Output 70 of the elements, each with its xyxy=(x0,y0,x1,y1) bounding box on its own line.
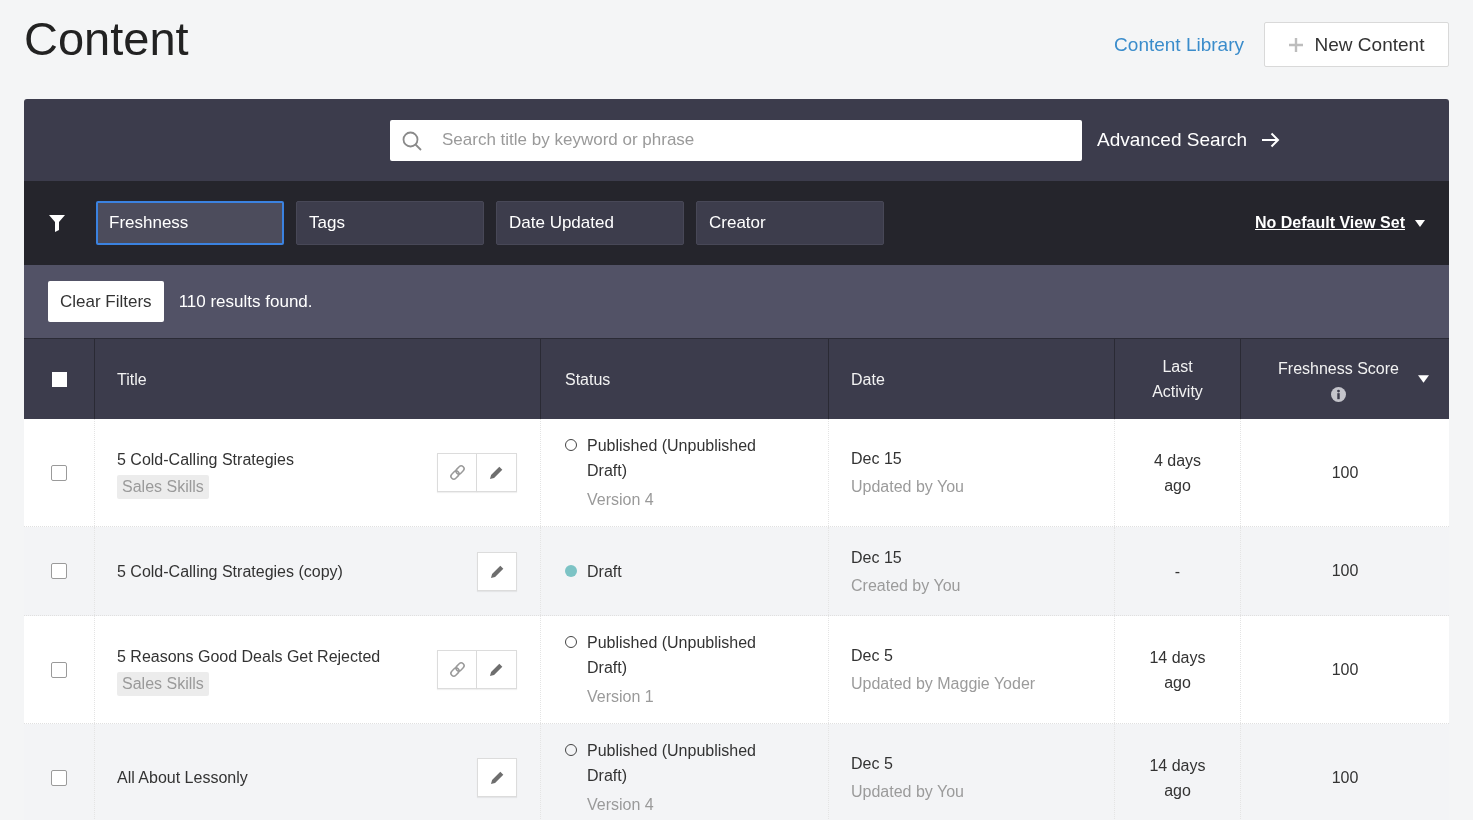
default-view-dropdown[interactable]: No Default View Set xyxy=(1255,214,1425,232)
status-text: Draft xyxy=(587,561,622,582)
tag: Sales Skills xyxy=(117,671,209,696)
info-icon[interactable] xyxy=(1331,387,1346,402)
filter-dropdown[interactable]: Tags xyxy=(296,201,484,245)
freshness-score-text: 100 xyxy=(1331,463,1359,482)
tag: Sales Skills xyxy=(117,474,209,499)
version-text: Version 4 xyxy=(587,795,654,815)
column-header: Status xyxy=(565,369,611,390)
version-text: Version 1 xyxy=(587,687,654,707)
status-text: Published (Unpublished Draft) xyxy=(587,436,757,481)
sort-caret-icon[interactable] xyxy=(1418,375,1429,383)
row-checkbox[interactable] xyxy=(51,769,67,786)
column-header: Title xyxy=(117,369,147,390)
date-note: Updated by You xyxy=(851,782,964,802)
date-text: Dec 15 xyxy=(851,547,902,568)
edit-button[interactable] xyxy=(477,758,517,797)
status-text: Published (Unpublished Draft) xyxy=(587,741,757,786)
pencil-icon xyxy=(489,563,505,579)
date-note: Updated by You xyxy=(851,477,964,497)
date-note: Updated by Maggie Yoder xyxy=(851,674,1036,694)
pencil-icon xyxy=(489,770,505,785)
filter-dropdown[interactable]: Creator xyxy=(696,201,884,245)
content-title[interactable]: All About Lessonly xyxy=(117,765,248,790)
status-dot-icon xyxy=(565,564,577,577)
last-activity-text: 4 days ago xyxy=(1152,450,1203,496)
column-header: Last Activity xyxy=(1151,357,1204,402)
date-text: Dec 15 xyxy=(851,449,902,469)
arrow-right-icon xyxy=(1261,132,1280,148)
row-checkbox[interactable] xyxy=(51,563,67,579)
copy-link-button[interactable] xyxy=(437,453,477,492)
pencil-icon xyxy=(489,662,504,677)
pencil-icon xyxy=(489,465,504,480)
row-checkbox[interactable] xyxy=(51,661,67,678)
edit-button[interactable] xyxy=(477,551,517,591)
freshness-score-text: 100 xyxy=(1331,768,1359,787)
date-note: Created by You xyxy=(851,575,961,596)
results-count: 110 results found. xyxy=(178,291,313,312)
date-text: Dec 5 xyxy=(851,646,893,666)
filter-dropdown[interactable]: Date Updated xyxy=(496,201,684,245)
filter-dropdown[interactable]: Freshness xyxy=(96,201,284,245)
clear-filters-button[interactable]: Clear Filters xyxy=(48,281,164,322)
column-header: Freshness Score xyxy=(1278,359,1399,379)
row-checkbox[interactable] xyxy=(51,464,67,481)
freshness-score-text: 100 xyxy=(1331,562,1359,580)
last-activity-text: 14 days ago xyxy=(1148,647,1207,693)
last-activity-text: 14 days ago xyxy=(1148,755,1207,801)
copy-link-button[interactable] xyxy=(437,650,477,689)
plus-icon xyxy=(1288,37,1303,52)
content-title[interactable]: 5 Reasons Good Deals Get Rejected xyxy=(117,643,381,669)
filter-icon xyxy=(49,214,65,232)
column-header: Date xyxy=(851,369,885,390)
content-title[interactable]: 5 Cold-Calling Strategies xyxy=(117,446,294,472)
new-content-button[interactable]: New Content xyxy=(1264,22,1449,67)
search-icon xyxy=(402,130,422,151)
link-icon xyxy=(447,463,467,482)
edit-button[interactable] xyxy=(477,453,517,492)
edit-button[interactable] xyxy=(477,650,517,689)
caret-down-icon xyxy=(1415,219,1425,227)
select-all-checkbox[interactable] xyxy=(51,371,67,387)
search-field[interactable]: Search title by keyword or phrase xyxy=(390,119,1082,161)
advanced-search-link[interactable]: Advanced Search xyxy=(1097,129,1280,151)
content-title[interactable]: 5 Cold-Calling Strategies (copy) xyxy=(117,558,343,584)
date-text: Dec 5 xyxy=(851,754,893,774)
status-text: Published (Unpublished Draft) xyxy=(587,633,757,678)
last-activity-text: - xyxy=(1173,561,1182,582)
version-text: Version 4 xyxy=(587,490,654,510)
page-title: Content xyxy=(24,12,189,66)
link-icon xyxy=(447,660,467,679)
freshness-score-text: 100 xyxy=(1331,660,1359,679)
